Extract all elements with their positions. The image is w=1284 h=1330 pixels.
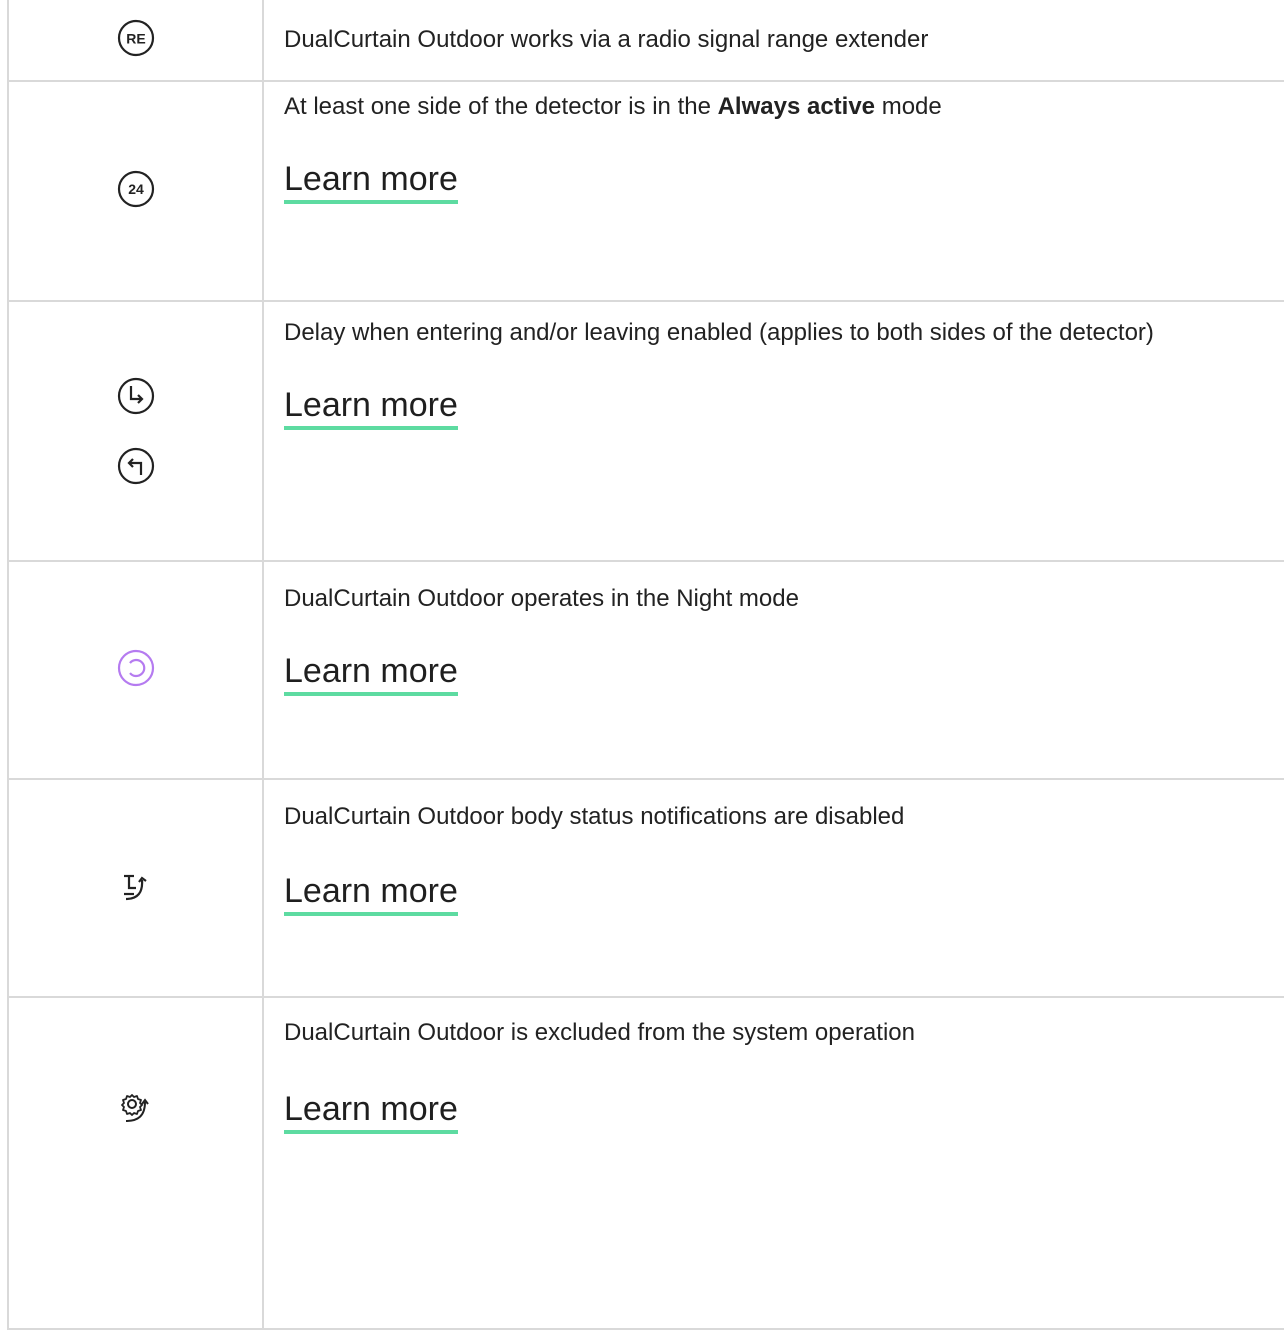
table-row: DualCurtain Outdoor is excluded from the…	[7, 996, 1284, 1330]
table-row: 24 At least one side of the detector is …	[7, 80, 1284, 302]
description-cell: Delay when entering and/or leaving enabl…	[262, 300, 1284, 562]
24-hour-icon: 24	[116, 169, 156, 209]
svg-text:24: 24	[128, 181, 144, 197]
table-row: DualCurtain Outdoor operates in the Nigh…	[7, 560, 1284, 780]
description-cell: At least one side of the detector is in …	[262, 80, 1284, 302]
description-cell: DualCurtain Outdoor operates in the Nigh…	[262, 560, 1284, 780]
row-description: DualCurtain Outdoor is excluded from the…	[284, 1019, 915, 1046]
svg-text:RE: RE	[126, 30, 145, 46]
row-description: DualCurtain Outdoor works via a radio si…	[284, 26, 929, 53]
row-description: DualCurtain Outdoor body status notifica…	[284, 803, 905, 830]
learn-more-link[interactable]: Learn more	[284, 1088, 458, 1134]
description-cell: DualCurtain Outdoor works via a radio si…	[262, 0, 1284, 82]
table-row: RE DualCurtain Outdoor works via a radio…	[7, 0, 1284, 82]
re-icon: RE	[116, 18, 156, 58]
description-cell: DualCurtain Outdoor is excluded from the…	[262, 996, 1284, 1330]
entry-delay-icon	[116, 376, 156, 416]
icon-cell: RE	[7, 0, 264, 82]
icon-cell	[7, 778, 264, 998]
night-mode-icon	[116, 648, 156, 688]
tamper-notifications-off-icon	[116, 866, 156, 906]
learn-more-link[interactable]: Learn more	[284, 650, 458, 696]
table-row: Delay when entering and/or leaving enabl…	[7, 300, 1284, 562]
always-active-mode-name: Always active	[717, 93, 876, 120]
learn-more-link[interactable]: Learn more	[284, 158, 458, 204]
icon-cell	[7, 300, 264, 562]
row-description: Delay when entering and/or leaving enabl…	[284, 319, 1154, 346]
status-icons-table: RE DualCurtain Outdoor works via a radio…	[7, 0, 1284, 1330]
exit-delay-icon	[116, 446, 156, 486]
row-description: DualCurtain Outdoor operates in the Nigh…	[284, 585, 799, 612]
table-row: DualCurtain Outdoor body status notifica…	[7, 778, 1284, 998]
description-cell: DualCurtain Outdoor body status notifica…	[262, 778, 1284, 998]
icon-cell: 24	[7, 80, 264, 302]
icon-cell	[7, 996, 264, 1330]
learn-more-link[interactable]: Learn more	[284, 384, 458, 430]
row-description: At least one side of the detector is in …	[284, 93, 942, 120]
learn-more-link[interactable]: Learn more	[284, 870, 458, 916]
excluded-from-system-icon	[116, 1088, 156, 1128]
icon-cell	[7, 560, 264, 780]
